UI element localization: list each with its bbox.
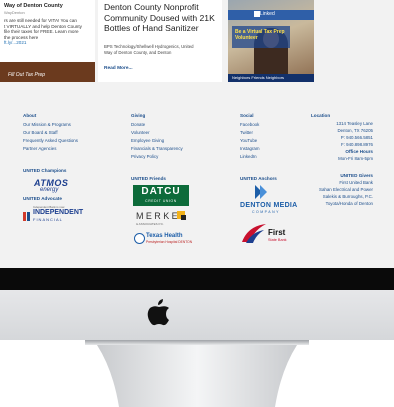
social-link-twitter[interactable]: Twitter: [240, 130, 253, 135]
independent-mark: [23, 212, 26, 221]
first-state-bank-logo[interactable]: First: [268, 228, 285, 237]
champions-heading: UNITED Champions: [23, 168, 67, 173]
location-heading: Location: [311, 113, 331, 118]
givers-heading: UNITED Givers: [340, 173, 373, 178]
giver-item[interactable]: First United Bank: [339, 180, 373, 185]
merkel-mark-icon: [181, 215, 186, 220]
address-line: 1314 Teasley Lane: [336, 121, 373, 126]
news-card-strip: Way of Denton County WayDenton rs are st…: [0, 0, 394, 92]
texas-health-logo[interactable]: Texas Health: [146, 233, 183, 239]
tweet-line: file their taxes for FREE. Learn more: [4, 29, 79, 35]
news-article-card[interactable]: Denton County Nonprofit Community Doused…: [98, 0, 222, 82]
social-link-instagram[interactable]: Instagram: [240, 146, 260, 151]
about-link-partners[interactable]: Partner Agencies: [23, 146, 56, 151]
texas-health-sub: Presbyterian Hospital DENTON: [146, 240, 193, 244]
anchors-heading: UNITED Anchors: [240, 176, 277, 181]
datcu-logo-sub: CREDIT UNION: [145, 199, 177, 203]
advocate-heading: UNITED Advocate: [23, 196, 62, 201]
office-hours-heading: Office Hours: [345, 149, 373, 154]
chevron-stack-icon: [255, 185, 267, 199]
merkel-logo-sub: & ASSOCIATES P.C.: [136, 222, 164, 226]
monitor-chin: [0, 290, 394, 340]
independent-logo-sub: FINANCIAL: [33, 217, 63, 222]
apple-logo-icon: [147, 299, 169, 326]
giver-item[interactable]: Salekis & Burroughs, P.C.: [323, 194, 373, 199]
tweet-handle: WayDenton: [4, 10, 25, 15]
monitor-stand: [85, 340, 309, 407]
giving-link-privacy[interactable]: Privacy Policy: [131, 154, 158, 159]
giving-link-donate[interactable]: Donate: [131, 122, 145, 127]
read-more-link[interactable]: Read More...: [104, 66, 133, 71]
article-excerpt: BPS Technology/Shellwell Hydrogenics, Un…: [104, 44, 218, 55]
tweet-body: rs are still needed for VITA! You can t …: [4, 18, 90, 46]
tweet-author: Way of Denton County: [4, 3, 63, 9]
photo-bottom-text: Neighbors Friends Neighbors: [232, 75, 285, 80]
excerpt-line: Way of Denton County, and Denton: [104, 49, 172, 55]
photo-overlay-text: Be a Virtual Tax Prep Volunteer: [235, 29, 285, 41]
friends-heading: UNITED Friends: [131, 176, 166, 181]
social-link-linkedin[interactable]: LinkedIn: [240, 154, 257, 159]
flag-swoosh-icon: [242, 224, 266, 243]
article-title-line: Denton County Nonprofit: [104, 2, 199, 12]
giving-link-volunteer[interactable]: Volunteer: [131, 130, 150, 135]
atmos-logo-sub: energy: [40, 187, 59, 193]
giver-item[interactable]: Sahan Electrical and Power: [319, 187, 373, 192]
giving-heading: Giving: [131, 113, 146, 118]
social-link-facebook[interactable]: Facebook: [240, 122, 259, 127]
independent-mark: [27, 212, 30, 221]
independent-logo-text: INDEPENDENT: [33, 209, 84, 216]
giving-link-financials[interactable]: Financials & Transparency: [131, 146, 183, 151]
giving-link-employee[interactable]: Employee Giving: [131, 138, 164, 143]
address-line: Denton, TX 76205: [337, 128, 373, 133]
social-link-youtube[interactable]: YouTube: [240, 138, 257, 143]
social-heading: Social: [240, 113, 254, 118]
monitor-bezel: [0, 268, 394, 290]
fax-number: F: 940.898.8976: [341, 142, 373, 147]
photo-top-text: Linked: [260, 11, 275, 17]
tweet-image-caption: Fill Out Tax Prep: [8, 72, 46, 78]
about-link-faq[interactable]: Frequently Asked Questions: [23, 138, 78, 143]
article-title-line: Community Doused with 21K: [104, 12, 215, 23]
first-state-bank-sub: State Bank: [268, 238, 287, 242]
tweet-link[interactable]: ft.ly/...2021: [4, 40, 90, 46]
phone-number[interactable]: P: 940.566.5851: [341, 135, 373, 140]
article-title-line: Bottles of Hand Sanitizer: [104, 23, 199, 33]
giver-item[interactable]: Toyota/Honda of Denton: [326, 201, 373, 206]
datcu-logo-text: DATCU: [141, 186, 181, 197]
article-title[interactable]: Denton County Nonprofit Community Doused…: [104, 2, 220, 34]
texas-health-icon: [134, 233, 145, 244]
photo-card[interactable]: Linked Be a Virtual Tax Prep Volunteer N…: [228, 0, 314, 82]
about-link-board[interactable]: Our Board & Staff: [23, 130, 58, 135]
about-link-mission[interactable]: Our Mission & Programs: [23, 122, 71, 127]
about-heading: About: [23, 113, 37, 118]
denton-media-sub: COMPANY: [252, 210, 280, 214]
office-hours: Mon-Fri 8am-5pm: [338, 156, 373, 161]
denton-media-logo[interactable]: DENTON MEDIA: [240, 202, 298, 209]
tweet-card[interactable]: Way of Denton County WayDenton rs are st…: [0, 0, 95, 82]
